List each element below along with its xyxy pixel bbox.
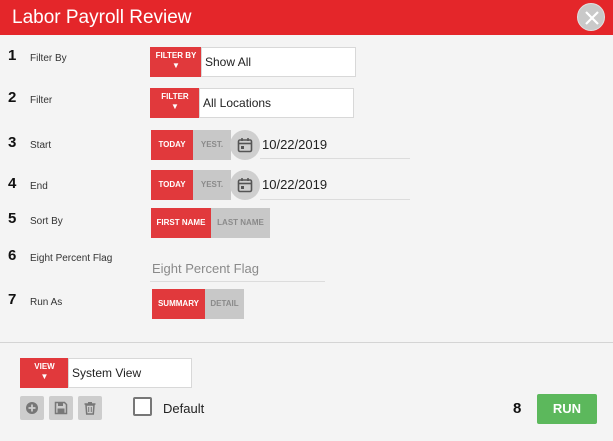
close-icon bbox=[585, 11, 599, 25]
end-date-underline bbox=[260, 199, 410, 200]
calendar-icon bbox=[237, 138, 253, 153]
filter-label: Filter bbox=[30, 95, 53, 106]
row-number: 5 bbox=[8, 210, 17, 227]
start-date-underline bbox=[260, 158, 410, 159]
end-yesterday-toggle[interactable]: YEST. bbox=[193, 170, 231, 200]
save-view-button[interactable] bbox=[49, 396, 73, 420]
eight-percent-flag-label: Eight Percent Flag bbox=[30, 253, 113, 264]
row-number: 4 bbox=[8, 175, 17, 192]
start-date-input[interactable]: 10/22/2019 bbox=[262, 137, 327, 152]
filter-dropdown-button[interactable]: FILTER ▼ bbox=[150, 88, 200, 118]
trash-icon bbox=[84, 402, 96, 415]
sort-first-name-toggle[interactable]: FIRST NAME bbox=[151, 208, 211, 238]
start-yesterday-toggle[interactable]: YEST. bbox=[193, 130, 231, 160]
sort-last-name-toggle[interactable]: LAST NAME bbox=[211, 208, 270, 238]
caret-down-icon: ▼ bbox=[171, 102, 179, 111]
filter-by-dropdown-button[interactable]: FILTER BY ▼ bbox=[150, 47, 202, 77]
close-button[interactable] bbox=[577, 3, 605, 31]
sort-by-label: Sort By bbox=[30, 216, 63, 227]
default-checkbox[interactable] bbox=[133, 397, 152, 416]
add-icon bbox=[26, 402, 38, 414]
view-select[interactable]: System View bbox=[68, 358, 192, 388]
filter-select[interactable]: All Locations bbox=[199, 88, 354, 118]
run-as-label: Run As bbox=[30, 297, 63, 308]
calendar-icon bbox=[237, 178, 253, 193]
eight-percent-flag-input[interactable]: Eight Percent Flag bbox=[152, 261, 259, 276]
row-number: 1 bbox=[8, 47, 17, 64]
start-label: Start bbox=[30, 140, 52, 151]
row-number: 8 bbox=[513, 400, 522, 417]
default-label: Default bbox=[163, 401, 205, 416]
filter-by-select[interactable]: Show All bbox=[201, 47, 356, 77]
row-number: 7 bbox=[8, 291, 17, 308]
delete-view-button[interactable] bbox=[78, 396, 102, 420]
view-dropdown-button[interactable]: VIEW ▼ bbox=[20, 358, 69, 388]
add-view-button[interactable] bbox=[20, 396, 44, 420]
section-divider bbox=[0, 342, 613, 343]
filter-by-label: Filter By bbox=[30, 53, 67, 64]
run-as-summary-toggle[interactable]: SUMMARY bbox=[152, 289, 205, 319]
end-label: End bbox=[30, 181, 48, 192]
row-number: 3 bbox=[8, 134, 17, 151]
caret-down-icon: ▼ bbox=[172, 61, 180, 70]
view-button-label: VIEW bbox=[34, 362, 55, 371]
row-number: 2 bbox=[8, 89, 17, 106]
row-number: 6 bbox=[8, 247, 17, 264]
filter-by-button-label: FILTER BY bbox=[155, 51, 197, 60]
title-bar: Labor Payroll Review bbox=[0, 0, 613, 35]
end-calendar-button[interactable] bbox=[230, 170, 260, 200]
save-icon bbox=[54, 401, 68, 415]
window-title: Labor Payroll Review bbox=[12, 7, 192, 28]
run-button[interactable]: RUN bbox=[537, 394, 597, 424]
start-calendar-button[interactable] bbox=[230, 130, 260, 160]
start-today-toggle[interactable]: TODAY bbox=[151, 130, 193, 160]
run-as-detail-toggle[interactable]: DETAIL bbox=[205, 289, 244, 319]
filter-button-label: FILTER bbox=[161, 92, 189, 101]
caret-down-icon: ▼ bbox=[40, 372, 49, 381]
eight-percent-flag-underline bbox=[150, 281, 325, 282]
end-date-input[interactable]: 10/22/2019 bbox=[262, 177, 327, 192]
end-today-toggle[interactable]: TODAY bbox=[151, 170, 193, 200]
